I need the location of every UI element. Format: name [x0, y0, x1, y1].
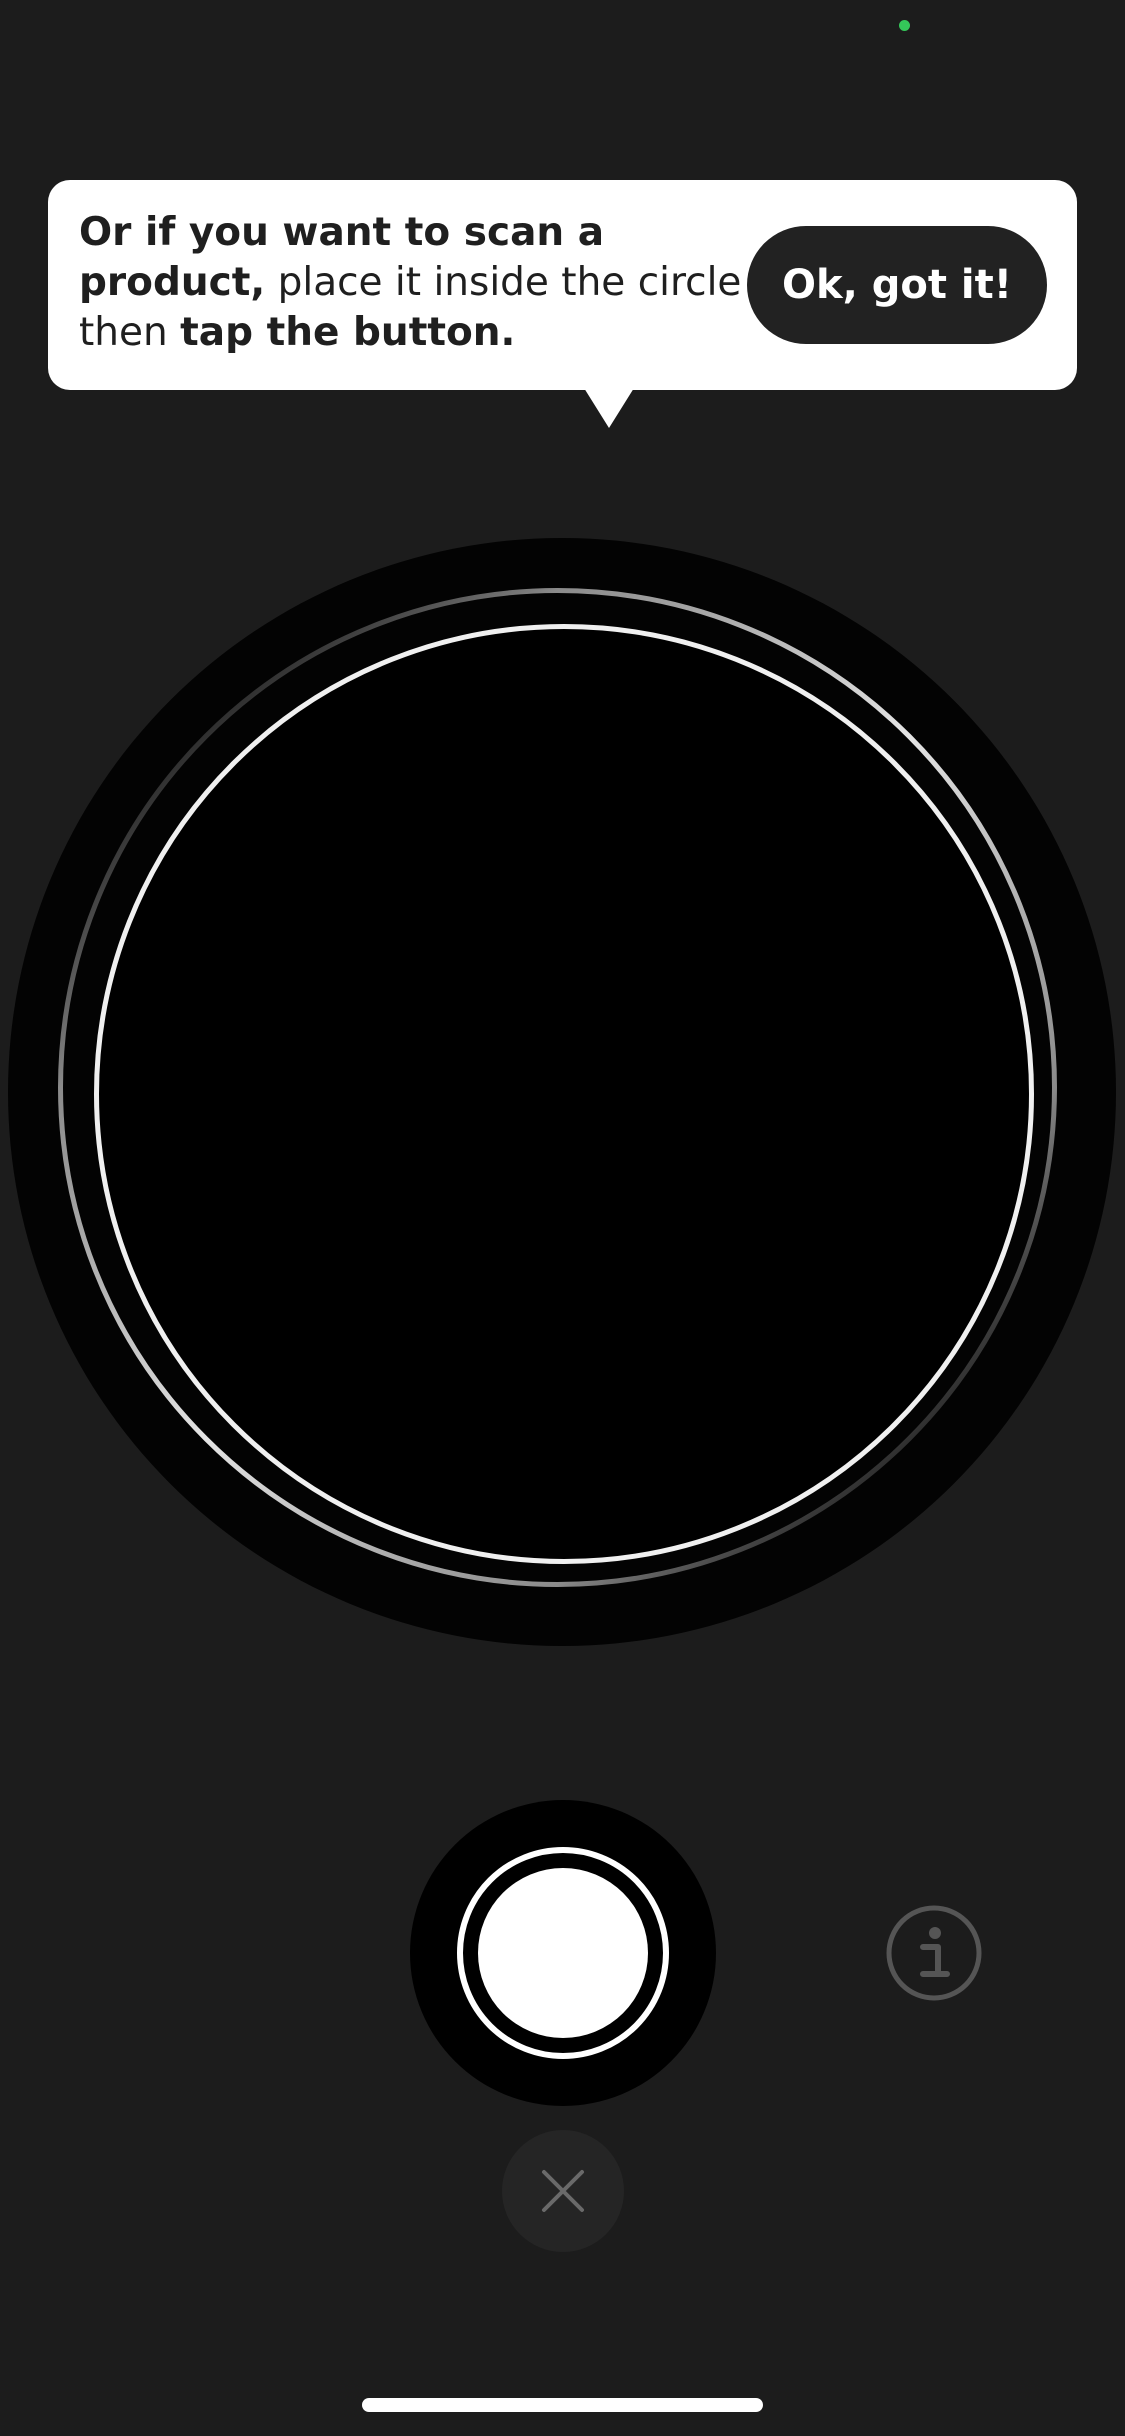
- shutter-button[interactable]: [478, 1868, 648, 2038]
- info-button[interactable]: [885, 1904, 983, 2002]
- scan-hint-tooltip: Or if you want to scan a product, place …: [48, 180, 1077, 428]
- home-indicator[interactable]: [362, 2398, 763, 2412]
- close-icon: [542, 2170, 584, 2212]
- tooltip-pointer: [584, 388, 634, 428]
- camera-in-use-indicator: [899, 20, 910, 31]
- info-icon: [886, 1905, 982, 2001]
- tooltip-message: Or if you want to scan a product, place …: [79, 208, 779, 358]
- ok-got-it-button[interactable]: Ok, got it!: [747, 226, 1047, 344]
- close-button[interactable]: [502, 2130, 624, 2252]
- viewfinder-scan-circle: [94, 624, 1034, 1564]
- tooltip-bold-tail: tap the button.: [180, 310, 516, 355]
